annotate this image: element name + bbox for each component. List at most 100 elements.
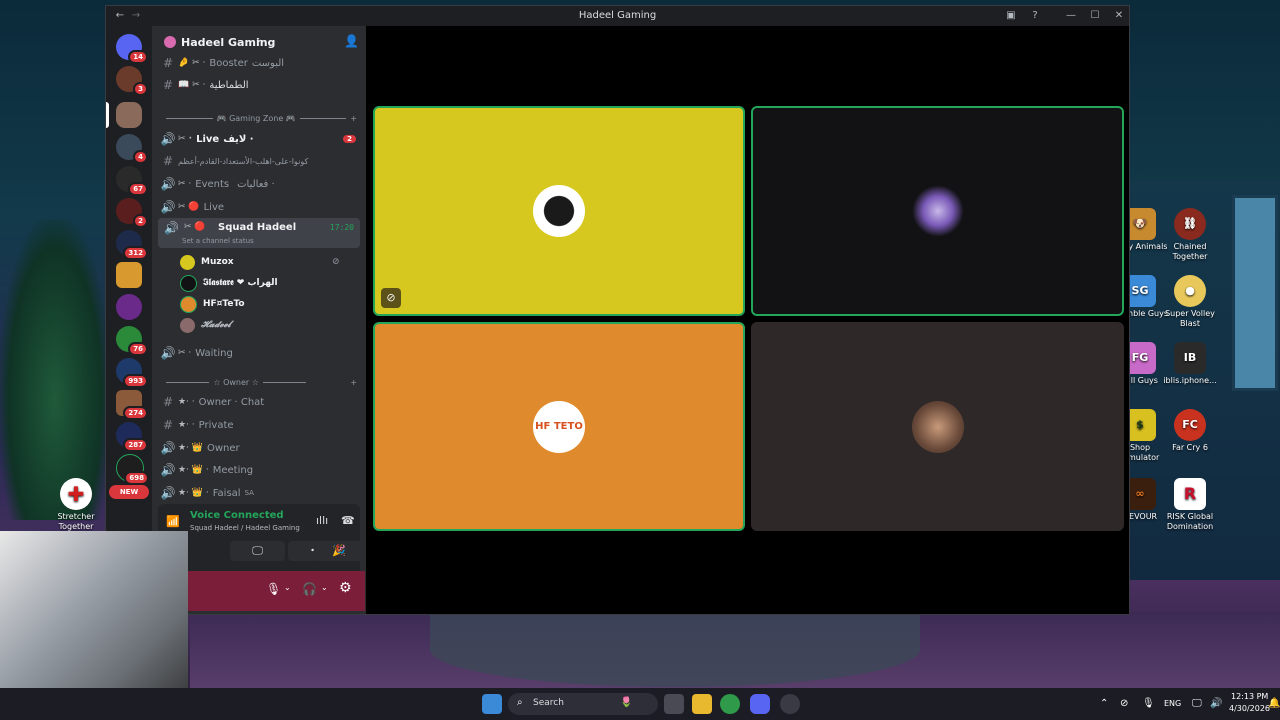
share-screen-button[interactable]: 🖵 [230, 541, 285, 561]
minimize-icon[interactable]: — [1063, 8, 1079, 24]
far-cry-icon: FC [1174, 409, 1206, 441]
microphone-icon[interactable]: 🎙 [1142, 698, 1155, 709]
server-icon[interactable]: 67 [116, 166, 148, 196]
home-discord-icon[interactable]: 14 [116, 34, 148, 64]
channel-arabic-long[interactable]: # كونوا-على-اهلب-الأستعداد-القادم-أعظم [158, 151, 360, 171]
notification-bell-icon[interactable]: 🔔 [1268, 698, 1280, 709]
voice-member[interactable]: 𝓗𝓪𝓭𝓮𝓮𝓵 [180, 316, 231, 334]
chevron-down-icon[interactable]: ⌄ [321, 583, 328, 592]
participant-avatar [911, 400, 964, 453]
participant-tile[interactable] [751, 106, 1124, 316]
headphones-icon[interactable]: 🎧 [302, 582, 317, 596]
inbox-icon[interactable]: ▣ [1003, 8, 1019, 24]
channel-private[interactable]: # ★· · Private [158, 415, 360, 435]
desktop-icon-risk[interactable]: R RISK Global Domination [1162, 478, 1218, 532]
add-channel-icon[interactable]: + [350, 378, 357, 387]
app-icon[interactable] [780, 694, 800, 714]
microphone-icon[interactable]: 🎙 [266, 582, 281, 596]
channel-booster[interactable]: # 🤌 ✂ · Booster البوست [158, 53, 360, 73]
chevron-down-icon[interactable]: ⌄ [284, 583, 291, 592]
add-member-icon[interactable]: 👤 [344, 34, 359, 48]
avatar [180, 295, 197, 313]
participant-tile[interactable]: HF TETO [373, 322, 745, 531]
chrome-icon[interactable] [720, 694, 740, 714]
voice-member[interactable]: 𝕴𝖑𝖆𝖘𝖙𝖆𝖗𝖊 ❤ الهراب [180, 274, 278, 292]
iblis-icon: IB [1174, 342, 1206, 374]
channel-meeting[interactable]: 🔊 ★· 👑 · Meeting [158, 460, 360, 480]
server-icon[interactable]: 312 [116, 230, 148, 260]
selected-indicator [106, 102, 109, 128]
channel-live-1[interactable]: 🔊 ✂ · Live لايف · 2 [158, 129, 360, 149]
channel-owner-chat[interactable]: # ★· · Owner · Chat [158, 392, 360, 412]
server-icon[interactable] [116, 294, 142, 320]
network-icon[interactable]: ⊘ [1120, 698, 1128, 709]
task-view-icon[interactable] [664, 694, 684, 714]
server-icon[interactable]: 2 [116, 198, 148, 228]
voice-status[interactable]: Voice Connected [190, 510, 284, 521]
language-indicator[interactable]: ENG [1164, 699, 1181, 708]
taskbar: ⌕ Search 🌷 ⌃ ⊘ 🎙 ENG 🖵 🔊 12:13 PM 4/30/2… [0, 688, 1280, 720]
speaker-icon: 🔊 [164, 221, 179, 235]
chained-together-icon: ⛓ [1174, 208, 1206, 240]
channel-live-2[interactable]: 🔊 ✂ 🔴 Live [158, 197, 360, 217]
noise-suppression-icon[interactable]: ıllı [316, 514, 328, 527]
channel-events[interactable]: 🔊 ✂ · Events فعاليات · [158, 174, 360, 194]
help-icon[interactable]: ? [1027, 8, 1043, 24]
background-plant [0, 220, 110, 520]
monitor-icon[interactable]: 🖵 [1192, 698, 1202, 709]
chevron-up-icon[interactable]: ⌃ [1100, 698, 1108, 709]
file-explorer-icon[interactable] [692, 694, 712, 714]
discord-window: ← → Hadeel Gaming ▣ ? — ☐ ✕ 14 3 4 67 2 … [105, 5, 1130, 615]
server-icon[interactable]: 4 [116, 134, 148, 164]
desktop-icon-chained-together[interactable]: ⛓ Chained Together [1162, 208, 1218, 262]
server-icon[interactable]: 274 [116, 390, 148, 420]
clock-time[interactable]: 12:13 PM [1231, 692, 1268, 701]
clock-date[interactable]: 4/30/2026 [1229, 704, 1270, 713]
speaker-icon: 🔊 [160, 441, 176, 455]
server-icon[interactable]: 698 [116, 454, 149, 485]
stream-off-icon[interactable]: ⊘ [381, 288, 401, 308]
signal-icon: 📶 [166, 515, 180, 528]
participant-tile[interactable]: ⊘ [373, 106, 745, 316]
add-channel-icon[interactable]: + [350, 114, 357, 123]
server-icon[interactable]: 993 [116, 358, 148, 388]
soundboard-button[interactable]: 🎉 [314, 541, 364, 561]
channel-owner[interactable]: 🔊 ★· 👑 Owner [158, 438, 360, 458]
disconnect-icon[interactable]: ☎ [341, 514, 355, 527]
speaker-icon: 🔊 [160, 200, 176, 214]
channel-squad-hadeel[interactable]: 🔊 ✂ 🔴 Squad Hadeel 17:20 Set a channel s… [158, 218, 360, 248]
avatar [180, 317, 195, 333]
category-gaming-zone[interactable]: 🎮 Gaming Zone 🎮 + [162, 114, 357, 123]
server-boost-icon [164, 36, 176, 48]
voice-channel-name[interactable]: Squad Hadeel / Hadeel Gaming [190, 524, 300, 532]
participant-tile[interactable] [751, 322, 1124, 531]
close-icon[interactable]: ✕ [1111, 8, 1127, 24]
new-badge[interactable]: NEW [109, 485, 149, 499]
channel-faisal[interactable]: 🔊 ★· 👑 · Faisal SA [158, 483, 360, 503]
category-owner[interactable]: ☆ Owner ☆ + [162, 378, 357, 387]
channel-arabic[interactable]: # 📖 ✂ · الطماطية [158, 75, 360, 95]
desktop-icon-iblis[interactable]: IB iblis.iphone... [1162, 342, 1218, 386]
server-icon[interactable]: 3 [116, 66, 148, 96]
start-windows-icon[interactable] [482, 694, 502, 714]
search-icon: ⌕ [517, 697, 523, 708]
voice-member[interactable]: HF¤TeTo [180, 295, 245, 313]
taskbar-search[interactable]: ⌕ Search 🌷 [508, 693, 658, 715]
server-icon-hadeel[interactable] [116, 102, 142, 128]
server-icon[interactable]: 76 [116, 326, 148, 356]
desktop-icon-far-cry[interactable]: FC Far Cry 6 [1162, 409, 1218, 453]
discord-icon[interactable] [750, 694, 770, 714]
maximize-icon[interactable]: ☐ [1087, 8, 1103, 24]
channel-status[interactable]: Set a channel status [182, 237, 254, 245]
voice-member[interactable]: Muzox ⊘ [180, 253, 340, 271]
channel-waiting[interactable]: 🔊 ✂ · Waiting [158, 343, 360, 363]
server-icon[interactable] [116, 262, 142, 288]
background-monitor [1232, 195, 1278, 391]
settings-gear-icon[interactable]: ⚙ [339, 580, 352, 596]
volume-icon[interactable]: 🔊 [1210, 698, 1222, 709]
participant-avatar: HF TETO [533, 400, 585, 453]
text-channel-icon: # [162, 418, 174, 432]
desktop-icon-stretcher[interactable]: ✚ Stretcher Together [48, 478, 104, 532]
desktop-icon-super-volley[interactable]: ● Super Volley Blast [1162, 275, 1218, 329]
server-icon[interactable]: 287 [116, 422, 148, 452]
